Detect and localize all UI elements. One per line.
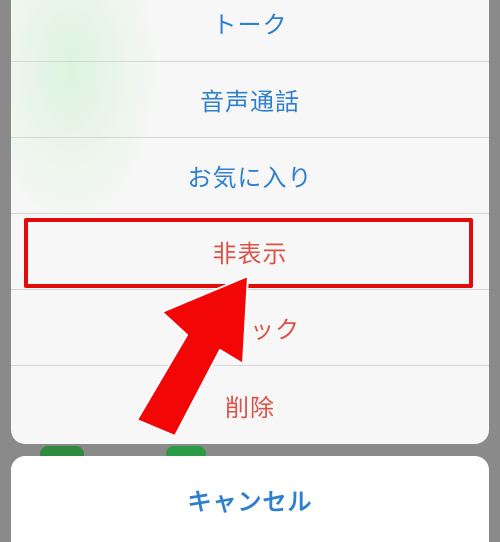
cancel-button[interactable]: キャンセル — [11, 456, 489, 542]
talk-action-button[interactable]: トーク — [11, 0, 489, 62]
favorite-action-button[interactable]: お気に入り — [11, 138, 489, 214]
block-action-button[interactable]: ブロック — [11, 290, 489, 366]
voice-call-action-button[interactable]: 音声通話 — [11, 62, 489, 138]
highlight-box — [24, 218, 473, 288]
delete-action-button[interactable]: 削除 — [11, 366, 489, 444]
